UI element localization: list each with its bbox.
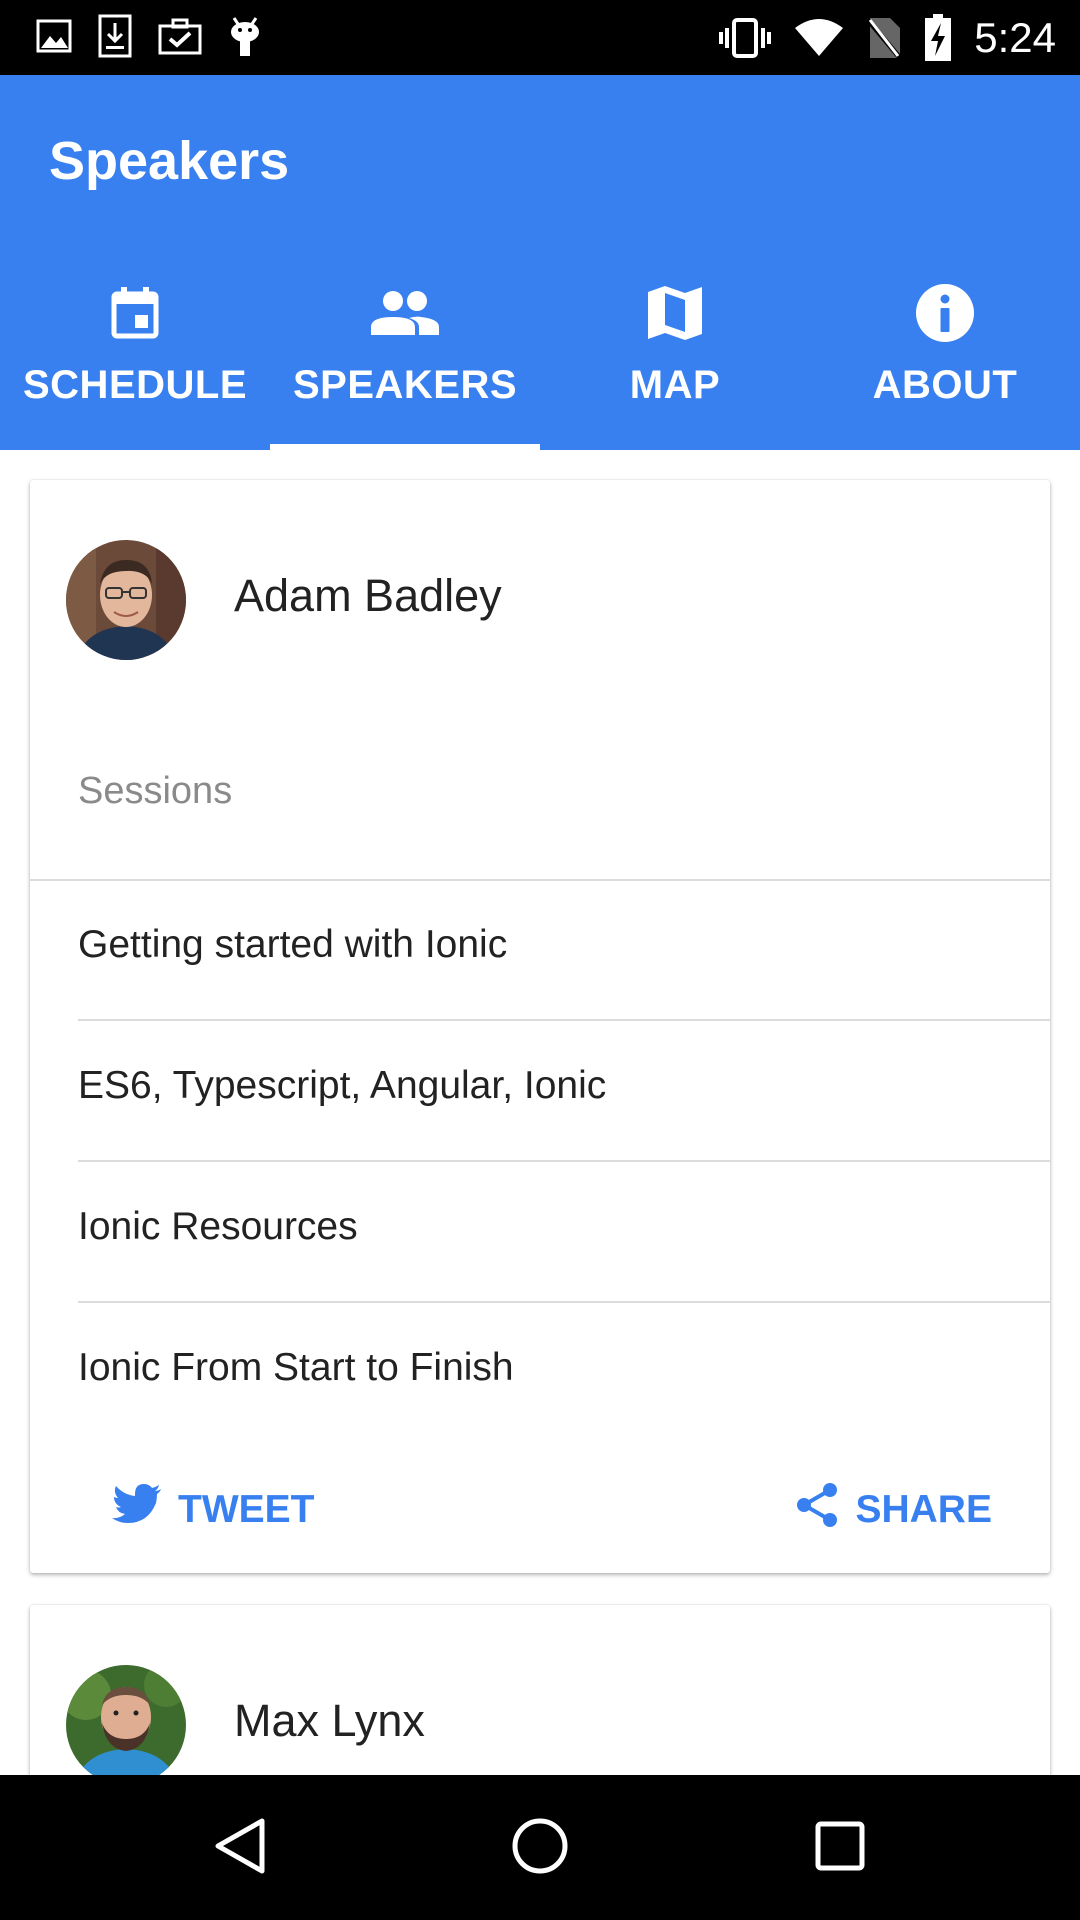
home-button[interactable] (480, 1775, 600, 1920)
tab-speakers[interactable]: SPEAKERS (270, 275, 540, 450)
tweet-label: TWEET (178, 1488, 315, 1531)
session-title: Ionic Resources (78, 1205, 358, 1248)
session-item[interactable]: Ionic From Start to Finish (78, 1304, 1050, 1444)
avatar[interactable] (66, 1665, 186, 1775)
system-nav-bar (0, 1775, 1080, 1920)
map-icon (646, 284, 704, 346)
tab-bar: SCHEDULE SPEAKERS MAP ABOUT (0, 275, 1080, 450)
tab-map[interactable]: MAP (540, 275, 810, 450)
avatar[interactable] (66, 540, 186, 660)
tab-label: SPEAKERS (292, 363, 518, 407)
share-label: SHARE (855, 1488, 992, 1531)
speaker-card: Adam Badley Sessions Getting started wit… (30, 480, 1050, 1573)
download-icon (98, 14, 132, 58)
divider (78, 1160, 1050, 1162)
back-button[interactable] (180, 1775, 300, 1920)
session-item[interactable]: Ionic Resources (78, 1163, 1050, 1303)
back-icon (212, 1817, 268, 1879)
divider (78, 1019, 1050, 1021)
session-item[interactable]: ES6, Typescript, Angular, Ionic (78, 1022, 1050, 1162)
status-bar: 5:24 (0, 0, 1080, 75)
tab-about[interactable]: ABOUT (810, 275, 1080, 450)
calendar-icon (107, 285, 163, 345)
session-title: Getting started with Ionic (78, 923, 508, 966)
session-title: Ionic From Start to Finish (78, 1346, 514, 1389)
tab-label: SCHEDULE (22, 363, 248, 407)
vibrate-icon (718, 16, 772, 60)
wifi-icon (794, 18, 844, 58)
sessions-header: Sessions (78, 770, 233, 812)
twitter-icon (112, 1484, 162, 1536)
speaker-name[interactable]: Max Lynx (234, 1695, 425, 1747)
card-actions: TWEET SHARE (30, 1470, 1050, 1550)
recents-icon (814, 1820, 866, 1876)
tab-label: MAP (629, 363, 721, 407)
speaker-card: Max Lynx (30, 1605, 1050, 1775)
image-icon (36, 18, 72, 54)
home-icon (511, 1817, 569, 1879)
recents-button[interactable] (780, 1775, 900, 1920)
people-icon (371, 289, 439, 341)
tab-label: ABOUT (872, 363, 1018, 407)
share-button[interactable]: SHARE (795, 1470, 992, 1550)
session-title: ES6, Typescript, Angular, Ionic (78, 1064, 607, 1107)
no-sim-icon (866, 16, 903, 60)
tab-schedule[interactable]: SCHEDULE (0, 275, 270, 450)
app-header: Speakers SCHEDULE SPEAKERS MAP ABOUT (0, 75, 1080, 450)
android-icon (228, 14, 262, 58)
speaker-name[interactable]: Adam Badley (234, 570, 502, 622)
info-icon (915, 283, 975, 347)
clock: 5:24 (974, 14, 1056, 61)
share-icon (795, 1482, 839, 1538)
page-title: Speakers (49, 131, 290, 191)
speaker-list[interactable]: Adam Badley Sessions Getting started wit… (0, 450, 1080, 1775)
tweet-button[interactable]: TWEET (112, 1470, 314, 1550)
session-item[interactable]: Getting started with Ionic (78, 881, 1050, 1021)
battery-charging-icon (924, 14, 952, 62)
briefcase-check-icon (158, 17, 202, 55)
divider (78, 1301, 1050, 1303)
